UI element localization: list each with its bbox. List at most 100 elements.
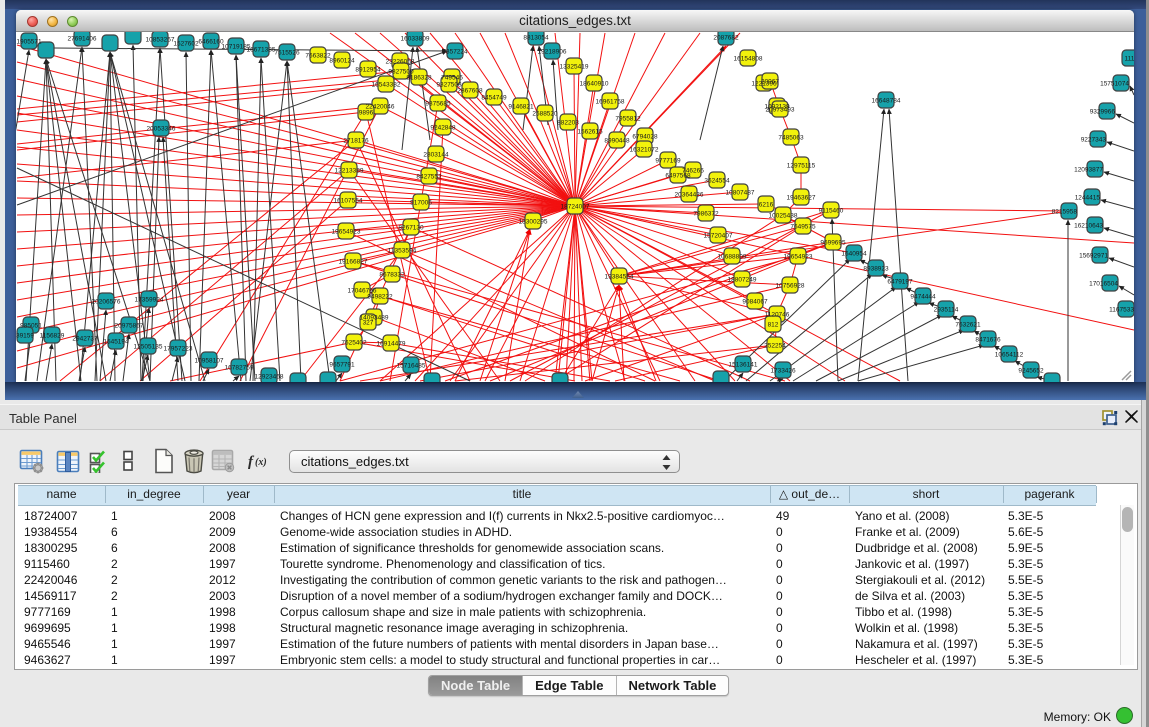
svg-text:19654923: 19654923 [784, 254, 813, 261]
svg-text:252254: 252254 [764, 343, 786, 350]
svg-text:812: 812 [768, 322, 779, 329]
svg-text:1156829: 1156829 [40, 333, 65, 340]
svg-text:12923468: 12923468 [255, 374, 284, 381]
svg-text:7515526: 7515526 [274, 50, 300, 57]
svg-text:18724007: 18724007 [561, 204, 590, 211]
svg-text:6479197: 6479197 [887, 279, 913, 286]
svg-text:9498222: 9498222 [367, 294, 393, 301]
svg-text:23226058: 23226058 [386, 59, 415, 66]
svg-text:8454749: 8454749 [481, 95, 507, 102]
svg-text:16210643: 16210643 [1074, 223, 1103, 230]
svg-text:8427552: 8427552 [416, 174, 442, 181]
svg-text:1640954: 1640954 [841, 251, 867, 258]
svg-text:12975115: 12975115 [787, 163, 816, 170]
svg-text:16648784: 16648784 [872, 98, 901, 105]
svg-text:f: f [248, 454, 255, 470]
svg-text:15692971: 15692971 [1079, 253, 1108, 260]
svg-text:8938923: 8938923 [863, 266, 889, 273]
svg-text:9375685: 9375685 [425, 101, 451, 108]
svg-text:15720407: 15720407 [704, 233, 733, 240]
svg-text:1244415: 1244415 [1075, 195, 1101, 202]
svg-text:17359924: 17359924 [135, 297, 164, 304]
svg-text:12505135: 12505135 [134, 344, 163, 351]
svg-text:10807487: 10807487 [726, 190, 755, 197]
svg-text:16543382: 16543382 [372, 82, 401, 89]
svg-text:12093877: 12093877 [1074, 167, 1103, 174]
svg-text:8471676: 8471676 [975, 337, 1001, 344]
svg-text:8813054: 8813054 [523, 35, 549, 42]
svg-text:20364436: 20364436 [675, 192, 704, 199]
svg-text:327: 327 [363, 320, 374, 327]
svg-text:1905571: 1905571 [16, 39, 42, 46]
svg-text:15751074: 15751074 [1100, 81, 1129, 88]
svg-text:1117: 1117 [1125, 56, 1135, 63]
svg-text:9227343: 9227343 [1081, 137, 1107, 144]
svg-text:2803144: 2803144 [423, 152, 449, 159]
svg-text:10958107: 10958107 [195, 358, 224, 365]
svg-text:10853267: 10853267 [146, 37, 175, 44]
svg-text:6466160: 6466160 [198, 39, 224, 46]
svg-text:19463627: 19463627 [787, 195, 816, 202]
svg-text:9115460: 9115460 [819, 208, 844, 215]
svg-text:2588520: 2588520 [532, 111, 558, 118]
svg-text:985051: 985051 [20, 323, 42, 330]
svg-text:18807249: 18807249 [728, 277, 757, 284]
svg-text:8215958: 8215958 [1052, 209, 1078, 216]
svg-text:16033809: 16033809 [401, 36, 430, 43]
svg-text:8990448: 8990448 [604, 138, 630, 145]
svg-text:2718176: 2718176 [343, 138, 369, 145]
svg-text:10654112: 10654112 [995, 352, 1024, 359]
svg-text:7357224: 7357224 [442, 49, 468, 56]
svg-text:20967: 20967 [761, 79, 779, 86]
svg-text:1562615: 1562615 [577, 129, 603, 136]
svg-text:9329966: 9329966 [1090, 109, 1116, 116]
svg-text:9777169: 9777169 [655, 158, 681, 165]
svg-text:1733426: 1733426 [770, 368, 796, 375]
svg-text:8912954: 8912954 [355, 67, 381, 74]
svg-text:9242848: 9242848 [430, 125, 456, 132]
svg-text:10756928: 10756928 [776, 283, 805, 290]
svg-text:7485063: 7485063 [778, 135, 804, 142]
svg-text:9699695: 9699695 [820, 240, 846, 247]
svg-text:19166827: 19166827 [339, 259, 368, 266]
svg-text:39159: 39159 [16, 333, 34, 340]
svg-text:18640910: 18640910 [580, 81, 609, 88]
svg-text:9084067: 9084067 [742, 299, 768, 306]
svg-text:2935114: 2935114 [934, 307, 959, 314]
svg-text:20973493: 20973493 [766, 107, 795, 114]
svg-text:8678332: 8678332 [379, 272, 405, 279]
svg-text:9474444: 9474444 [910, 294, 936, 301]
svg-text:1167533: 1167533 [1109, 307, 1134, 314]
svg-text:749546: 749546 [441, 75, 463, 82]
svg-text:2867608: 2867608 [457, 88, 483, 95]
svg-text:1527602: 1527602 [173, 41, 199, 48]
svg-text:19218906: 19218906 [538, 49, 567, 56]
svg-text:16914479: 16914479 [377, 341, 406, 348]
svg-text:746266: 746266 [682, 168, 704, 175]
svg-text:7663822: 7663822 [305, 53, 331, 60]
svg-text:8960124: 8960124 [329, 58, 355, 65]
svg-text:15716485: 15716485 [397, 363, 426, 370]
svg-text:882203: 882203 [557, 120, 579, 127]
svg-text:2087682: 2087682 [713, 35, 739, 42]
svg-text:10688809: 10688809 [718, 254, 747, 261]
svg-text:1545194: 1545194 [103, 339, 129, 346]
svg-text:18300295: 18300295 [519, 219, 548, 226]
svg-text:917006: 917006 [410, 200, 432, 207]
svg-text:16321072: 16321072 [630, 147, 659, 154]
svg-text:20053346: 20053346 [147, 126, 176, 133]
svg-text:27691406: 27691406 [68, 36, 97, 43]
svg-text:19384554: 19384554 [605, 274, 634, 281]
svg-text:12213389: 12213389 [335, 168, 364, 175]
svg-text:20975867: 20975867 [115, 323, 144, 330]
svg-text:6794028: 6794028 [632, 134, 658, 141]
svg-text:3624554: 3624554 [704, 178, 730, 185]
svg-text:7986372: 7986372 [693, 211, 719, 218]
svg-text:16671385: 16671385 [247, 47, 276, 54]
svg-text:9657791: 9657791 [329, 362, 355, 369]
svg-text:16961758: 16961758 [596, 99, 625, 106]
svg-text:7625402: 7625402 [341, 340, 367, 347]
svg-text:7955812: 7955812 [615, 116, 641, 123]
svg-text:16782759: 16782759 [225, 365, 254, 372]
svg-text:7632621: 7632621 [955, 322, 981, 329]
